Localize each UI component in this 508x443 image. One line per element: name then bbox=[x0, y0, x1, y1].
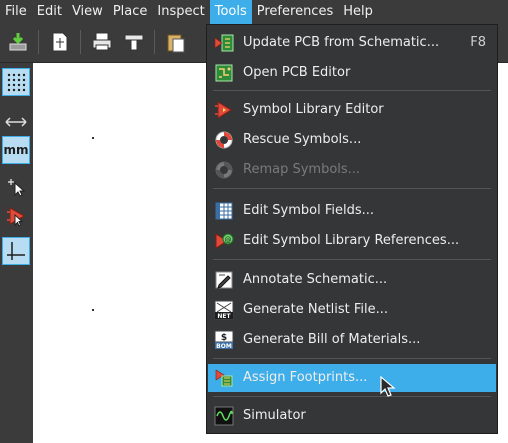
menu-item-label: Assign Footprints... bbox=[243, 370, 368, 385]
mouse-pointer-icon bbox=[380, 375, 396, 398]
svg-text:@: @ bbox=[225, 236, 232, 244]
netlist-icon: NET bbox=[214, 300, 234, 320]
menu-view[interactable]: View bbox=[67, 0, 108, 24]
menu-separator bbox=[213, 358, 491, 359]
menu-item-label: Remap Symbols... bbox=[243, 162, 361, 177]
assign-footprints-icon bbox=[214, 368, 234, 388]
print-icon[interactable] bbox=[88, 28, 116, 56]
grid-table-icon bbox=[214, 201, 234, 221]
menu-item-label: Rescue Symbols... bbox=[243, 132, 362, 147]
menu-item-edit-symbol-library-references[interactable]: @ Edit Symbol Library References... bbox=[208, 227, 496, 255]
menu-item-label: Symbol Library Editor bbox=[243, 102, 384, 117]
lifebuoy-icon bbox=[214, 160, 234, 180]
menu-separator bbox=[213, 90, 491, 91]
shortcut-label: F8 bbox=[470, 35, 486, 50]
paste-icon[interactable] bbox=[162, 28, 190, 56]
page-settings-icon[interactable] bbox=[46, 28, 74, 56]
units-mm-label: mm bbox=[3, 143, 29, 157]
left-toolbar: mm bbox=[0, 63, 33, 443]
cursor-select-icon[interactable] bbox=[2, 171, 30, 199]
grid-toggle-icon[interactable] bbox=[2, 68, 30, 96]
menu-place[interactable]: Place bbox=[108, 0, 153, 24]
menu-inspect[interactable]: Inspect bbox=[152, 0, 209, 24]
toolbar-separator bbox=[38, 30, 39, 54]
menu-item-edit-symbol-fields[interactable]: Edit Symbol Fields... bbox=[208, 197, 496, 225]
library-reference-icon: @ bbox=[214, 231, 234, 251]
menu-tools[interactable]: Tools bbox=[209, 0, 252, 24]
menu-item-label: Edit Symbol Library References... bbox=[243, 233, 460, 248]
grid-point bbox=[92, 309, 94, 311]
bom-icon-dollar: $ bbox=[221, 333, 227, 343]
bom-icon: $ BOM bbox=[214, 330, 234, 350]
menu-item-label: Update PCB from Schematic... bbox=[243, 35, 440, 50]
menu-separator bbox=[213, 188, 491, 189]
menu-item-generate-netlist-file[interactable]: NET Generate Netlist File... bbox=[208, 296, 496, 324]
bom-icon-text: BOM bbox=[216, 343, 232, 350]
menu-item-remap-symbols: Remap Symbols... bbox=[208, 156, 496, 184]
plot-icon[interactable] bbox=[120, 28, 148, 56]
menubar: File Edit View Place Inspect Tools Prefe… bbox=[0, 0, 508, 24]
toolbar-separator bbox=[80, 30, 81, 54]
netlist-icon-text: NET bbox=[217, 313, 231, 320]
menu-preferences[interactable]: Preferences bbox=[252, 0, 338, 24]
menu-item-assign-footprints[interactable]: Assign Footprints... bbox=[208, 364, 496, 392]
update-pcb-icon bbox=[214, 33, 234, 53]
menu-file[interactable]: File bbox=[0, 0, 32, 24]
grid-point bbox=[92, 137, 94, 139]
menu-item-annotate-schematic[interactable]: Annotate Schematic... bbox=[208, 266, 496, 294]
menu-item-label: Generate Netlist File... bbox=[243, 302, 389, 317]
simulator-scope-icon bbox=[214, 406, 234, 426]
crosshair-cursor-icon[interactable] bbox=[2, 237, 30, 265]
units-mm-icon[interactable]: mm bbox=[2, 136, 30, 164]
horizontal-arrows-icon[interactable] bbox=[2, 108, 30, 136]
menu-item-rescue-symbols[interactable]: Rescue Symbols... bbox=[208, 126, 496, 154]
save-icon[interactable] bbox=[4, 28, 32, 56]
toolbar-separator bbox=[154, 30, 155, 54]
symbol-library-editor-icon bbox=[214, 100, 234, 120]
menu-item-label: Simulator bbox=[243, 408, 306, 423]
menu-item-simulator[interactable]: Simulator bbox=[208, 402, 496, 430]
pcb-editor-icon bbox=[214, 63, 234, 83]
menu-item-open-pcb-editor[interactable]: Open PCB Editor bbox=[208, 59, 496, 87]
menu-item-update-pcb-from-schematic[interactable]: Update PCB from Schematic... F8 bbox=[208, 29, 496, 57]
annotate-pencil-icon bbox=[214, 270, 234, 290]
menu-edit[interactable]: Edit bbox=[32, 0, 67, 24]
menu-item-symbol-library-editor[interactable]: Symbol Library Editor bbox=[208, 96, 496, 124]
menu-item-label: Edit Symbol Fields... bbox=[243, 203, 375, 218]
menu-item-label: Annotate Schematic... bbox=[243, 272, 388, 287]
tools-menu-dropdown: Update PCB from Schematic... F8 Open PCB… bbox=[206, 24, 498, 434]
menu-item-label: Open PCB Editor bbox=[243, 65, 351, 80]
symbol-highlight-icon[interactable] bbox=[2, 202, 30, 230]
menu-separator bbox=[213, 396, 491, 397]
menu-item-label: Generate Bill of Materials... bbox=[243, 332, 421, 347]
menu-help[interactable]: Help bbox=[338, 0, 378, 24]
lifebuoy-icon bbox=[214, 130, 234, 150]
menu-separator bbox=[213, 259, 491, 260]
menu-item-generate-bill-of-materials[interactable]: $ BOM Generate Bill of Materials... bbox=[208, 326, 496, 354]
